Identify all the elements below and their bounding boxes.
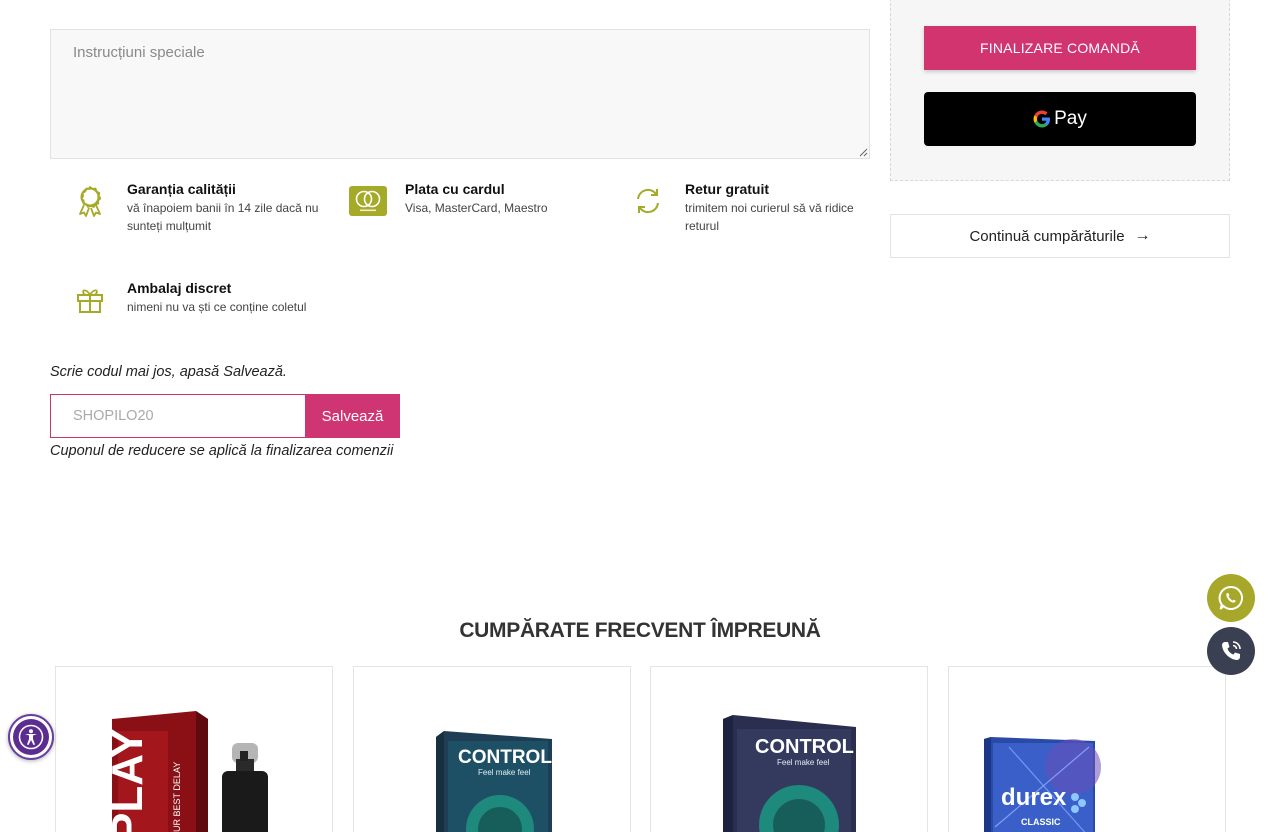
coupon-code-input[interactable] xyxy=(50,394,306,438)
product-image-durex-classic-box: durex CLASSIC xyxy=(984,737,1101,832)
feature-quality-guarantee: Garanția calității vă înapoiem banii în … xyxy=(70,181,327,235)
feature-description: nimeni nu va ști ce conține coletul xyxy=(127,300,307,314)
feature-discreet-packaging: Ambalaj discret nimeni nu va ști ce conț… xyxy=(70,280,327,320)
continue-shopping-button[interactable]: Continuă cumpărăturile → xyxy=(890,214,1230,258)
feature-description: Visa, MasterCard, Maestro xyxy=(405,201,548,215)
product-brand: PLAY xyxy=(103,729,152,832)
feature-title: Plata cu cardul xyxy=(405,181,505,197)
continue-shopping-label: Continuă cumpărăturile xyxy=(969,227,1125,245)
mastercard-icon xyxy=(348,181,388,221)
product-image-control-box: CONTROL Feel make feel xyxy=(436,731,552,832)
phone-call-button[interactable] xyxy=(1207,627,1255,675)
feature-free-return: Retur gratuit trimitem noi curierul să v… xyxy=(628,181,855,235)
product-card[interactable]: PLAY YOUR BEST DELAY xyxy=(55,666,333,832)
product-tagline: Feel make feel xyxy=(478,768,531,777)
gift-box-icon xyxy=(70,280,110,320)
product-tagline: CLASSIC xyxy=(1021,817,1061,827)
product-tagline: YOUR BEST DELAY xyxy=(172,762,182,832)
product-card[interactable]: CONTROL Feel make feel xyxy=(353,666,631,832)
coupon-note: Cuponul de reducere se aplică la finaliz… xyxy=(50,443,394,459)
google-pay-button[interactable]: Pay xyxy=(924,92,1196,146)
frequently-bought-title: CUMPĂRATE FRECVENT ÎMPREUNĂ xyxy=(459,619,821,642)
product-image-play-spray: PLAY YOUR BEST DELAY xyxy=(103,711,268,832)
feature-description: trimitem noi curierul să vă ridice retur… xyxy=(685,201,854,233)
feature-title: Garanția calității xyxy=(127,181,236,197)
product-brand: durex xyxy=(1001,784,1067,811)
accessibility-button[interactable] xyxy=(8,714,54,760)
coupon-hint: Scrie codul mai jos, apasă Salvează. xyxy=(50,364,287,380)
product-card[interactable]: durex CLASSIC xyxy=(948,666,1226,832)
product-card[interactable]: CONTROL Feel make feel xyxy=(650,666,928,832)
accessibility-icon xyxy=(13,719,49,755)
product-image-control-nonstop-box: CONTROL Feel make feel xyxy=(723,715,856,832)
phone-call-icon xyxy=(1222,641,1241,660)
cart-page: Garanția calității vă înapoiem banii în … xyxy=(0,0,1280,832)
product-tagline: Feel make feel xyxy=(777,758,830,767)
special-instructions-textarea[interactable] xyxy=(50,29,870,159)
award-ribbon-icon xyxy=(70,181,110,221)
whatsapp-button[interactable] xyxy=(1207,574,1255,622)
resize-grip-icon[interactable] xyxy=(858,147,868,157)
save-coupon-button[interactable]: Salvează xyxy=(305,394,400,438)
feature-title: Ambalaj discret xyxy=(127,280,232,296)
refresh-arrows-icon xyxy=(628,181,668,221)
arrow-right-icon: → xyxy=(1134,227,1151,244)
product-brand: CONTROL xyxy=(458,747,552,768)
whatsapp-icon xyxy=(1218,585,1243,610)
checkout-button[interactable]: FINALIZARE COMANDĂ xyxy=(924,26,1196,70)
feature-description: vă înapoiem banii în 14 zile dacă nu sun… xyxy=(127,201,319,233)
feature-card-payment: Plata cu cardul Visa, MasterCard, Maestr… xyxy=(348,181,605,221)
product-brand: CONTROL xyxy=(755,736,854,758)
google-g-icon xyxy=(1033,110,1051,128)
feature-title: Retur gratuit xyxy=(685,181,769,197)
google-pay-label: Pay xyxy=(1054,108,1087,129)
